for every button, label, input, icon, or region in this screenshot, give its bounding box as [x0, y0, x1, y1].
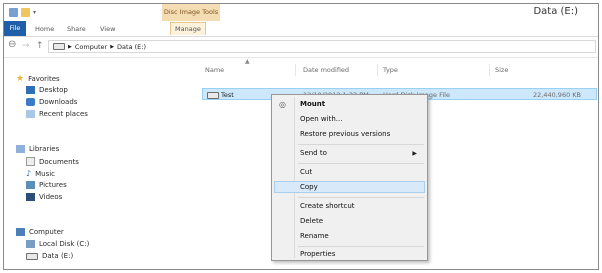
sort-ascending-icon: ▲ — [245, 58, 250, 65]
sidebar-item-label: Documents — [39, 157, 79, 166]
tab-home[interactable]: Home — [35, 23, 54, 35]
column-header-type[interactable]: Type — [383, 66, 398, 74]
sidebar-group-label: Favorites — [28, 75, 60, 83]
tab-share[interactable]: Share — [67, 23, 86, 35]
sidebar-item-label: Videos — [39, 193, 63, 201]
menu-separator — [298, 163, 424, 164]
menu-item-open-with[interactable]: Open with... — [300, 115, 342, 123]
ribbon-tabs: File Home Share View Manage — [4, 21, 598, 37]
navigation-pane: ★ Favorites Desktop Downloads Recent pla… — [4, 58, 197, 269]
breadcrumb-data-e[interactable]: Data (E:) — [117, 43, 146, 51]
sidebar-item-label: Data (E:) — [42, 252, 74, 260]
menu-separator — [298, 246, 424, 247]
sidebar-item-music[interactable]: ♪ Music — [26, 169, 55, 178]
properties-icon[interactable] — [9, 8, 18, 17]
quick-access-toolbar: ▾ — [9, 7, 36, 18]
column-header-name[interactable]: Name — [205, 66, 224, 74]
sidebar-group-computer[interactable]: Computer — [16, 228, 64, 236]
menu-separator — [298, 144, 424, 145]
navigation-bar: ⊖ → ↑ ▶ Computer ▶ Data (E:) — [4, 37, 598, 58]
drive-icon — [26, 252, 38, 260]
menu-highlight — [274, 181, 425, 193]
sidebar-item-label: Downloads — [39, 98, 78, 106]
libraries-icon — [16, 145, 25, 153]
desktop-icon — [26, 86, 35, 94]
breadcrumb-computer[interactable]: Computer — [75, 43, 107, 51]
new-folder-icon[interactable] — [21, 8, 30, 17]
file-size: 22,440,960 KB — [533, 91, 582, 99]
menu-item-rename[interactable]: Rename — [300, 232, 329, 240]
title-bar: ▾ Disc Image Tools Data (E:) — [4, 4, 598, 21]
menu-item-send-to[interactable]: Send to — [300, 149, 327, 157]
disk-image-icon — [207, 92, 219, 99]
sidebar-item-label: Local Disk (C:) — [39, 240, 90, 248]
customize-toolbar-icon[interactable]: ▾ — [33, 9, 36, 16]
videos-icon — [26, 193, 35, 201]
menu-item-delete[interactable]: Delete — [300, 217, 323, 225]
drive-icon — [53, 43, 65, 50]
sidebar-item-downloads[interactable]: Downloads — [26, 98, 77, 106]
window-title: Data (E:) — [533, 6, 578, 17]
sidebar-group-label: Computer — [29, 228, 64, 236]
sidebar-group-libraries[interactable]: Libraries — [16, 145, 59, 153]
documents-icon — [26, 157, 35, 166]
tab-manage[interactable]: Manage — [170, 22, 206, 35]
menu-item-copy[interactable]: Copy — [300, 183, 318, 191]
menu-item-mount[interactable]: Mount — [300, 100, 325, 108]
tab-file[interactable]: File — [4, 21, 26, 36]
sidebar-item-label: Pictures — [39, 181, 67, 189]
column-header-size[interactable]: Size — [495, 66, 508, 74]
column-header-date-modified[interactable]: Date modified — [303, 66, 349, 74]
menu-separator — [298, 197, 424, 198]
disc-mount-icon: ◎ — [279, 100, 286, 109]
computer-icon — [16, 228, 25, 236]
forward-arrow-icon[interactable]: → — [22, 41, 30, 51]
file-name: Test — [221, 91, 234, 99]
explorer-window: ▾ Disc Image Tools Data (E:) File Home S… — [3, 3, 599, 270]
sidebar-item-videos[interactable]: Videos — [26, 193, 62, 201]
column-divider[interactable] — [295, 64, 296, 76]
local-disk-icon — [26, 240, 35, 248]
context-menu: ◎ Mount Open with... Restore previous ve… — [271, 94, 428, 261]
sidebar-group-favorites[interactable]: ★ Favorites — [16, 74, 60, 84]
column-divider[interactable] — [489, 64, 490, 76]
downloads-icon — [26, 98, 35, 106]
music-icon: ♪ — [26, 169, 32, 178]
recent-places-icon — [26, 110, 35, 118]
sidebar-item-data-e[interactable]: Data (E:) — [26, 252, 73, 260]
menu-gutter — [294, 97, 295, 258]
sidebar-item-recent-places[interactable]: Recent places — [26, 110, 88, 118]
tab-view[interactable]: View — [100, 23, 115, 35]
sidebar-group-label: Libraries — [29, 145, 60, 153]
sidebar-item-label: Recent places — [39, 110, 88, 118]
submenu-arrow-icon: ▶ — [412, 150, 417, 157]
address-bar[interactable]: ▶ Computer ▶ Data (E:) — [48, 40, 596, 53]
sidebar-item-label: Music — [35, 169, 56, 178]
sidebar-item-documents[interactable]: Documents — [26, 157, 79, 166]
star-icon: ★ — [16, 74, 25, 84]
breadcrumb-separator-icon: ▶ — [110, 43, 115, 50]
up-arrow-icon[interactable]: ↑ — [36, 41, 44, 51]
back-arrow-icon[interactable]: ⊖ — [8, 39, 16, 50]
breadcrumb-separator-icon: ▶ — [68, 43, 72, 50]
sidebar-item-desktop[interactable]: Desktop — [26, 86, 68, 94]
menu-item-properties[interactable]: Properties — [300, 250, 335, 258]
menu-item-create-shortcut[interactable]: Create shortcut — [300, 202, 355, 210]
sidebar-item-local-disk-c[interactable]: Local Disk (C:) — [26, 240, 89, 248]
menu-item-cut[interactable]: Cut — [300, 168, 312, 176]
sidebar-item-label: Desktop — [39, 86, 68, 94]
disc-image-tools-group: Disc Image Tools — [162, 4, 220, 21]
menu-item-restore-previous-versions[interactable]: Restore previous versions — [300, 130, 390, 138]
pictures-icon — [26, 181, 35, 189]
column-divider[interactable] — [377, 64, 378, 76]
sidebar-item-pictures[interactable]: Pictures — [26, 181, 67, 189]
